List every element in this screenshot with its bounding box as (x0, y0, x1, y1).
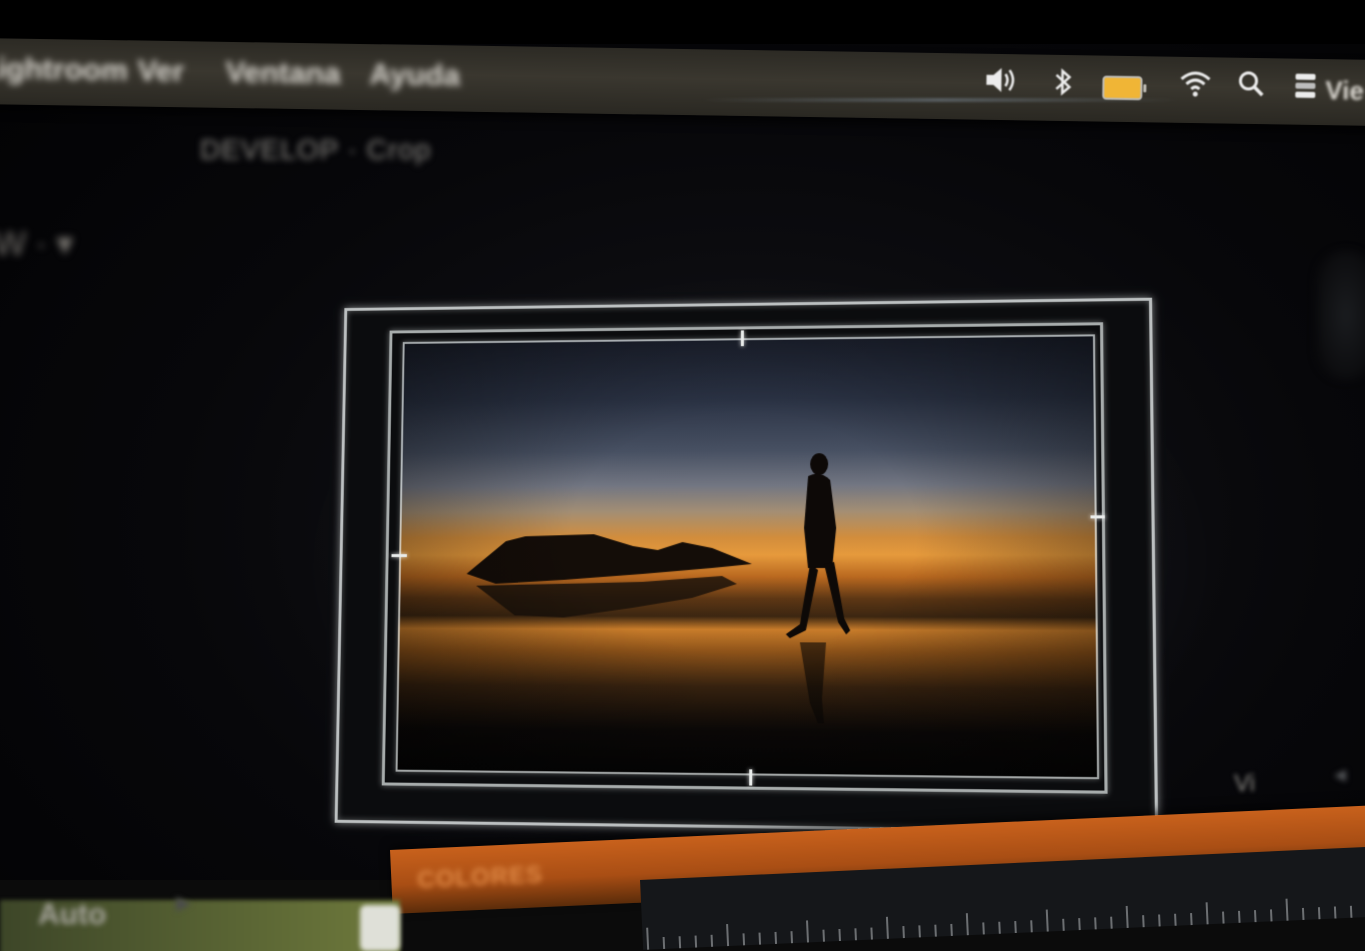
speaker-icon-svg (983, 64, 1019, 97)
ruler-tick (1110, 917, 1113, 929)
ruler-tick (822, 930, 825, 942)
ruler-tick (790, 931, 793, 943)
ruler-tick (1046, 910, 1049, 932)
ruler-tick (726, 924, 729, 946)
ruler-tick (1302, 908, 1305, 920)
ruler-tick (1014, 921, 1017, 933)
control-center-icon-svg (1291, 69, 1320, 103)
ruler-tick (1078, 918, 1081, 930)
crop-rectangle[interactable] (396, 334, 1100, 779)
ruler-tick (1126, 906, 1129, 928)
ruler-tick (774, 932, 777, 944)
ruler-tick (838, 929, 841, 941)
crop-handle-right[interactable] (1090, 515, 1104, 518)
ruler-tick (743, 933, 746, 945)
timeline-label: COLORES (417, 861, 544, 895)
ruler-tick (1270, 909, 1273, 921)
ruler-tick (1062, 919, 1065, 931)
ruler-tick (1350, 906, 1353, 918)
module-title: DEVELOP · Crop (200, 134, 431, 166)
slider-handle[interactable] (360, 905, 400, 951)
menu-ver[interactable]: Ver (137, 54, 184, 89)
menu-app-lightroom[interactable]: Lightroom (0, 52, 128, 88)
ruler-tick (918, 925, 921, 937)
ruler-tick (806, 920, 809, 942)
ruler-tick (1318, 907, 1321, 919)
auto-button[interactable]: Auto (38, 898, 106, 932)
ruler-tick (934, 925, 937, 937)
right-panel-label: Vi (1234, 770, 1255, 798)
battery-icon[interactable] (1102, 76, 1142, 101)
search-icon-svg (1236, 68, 1266, 100)
ruler-tick (1094, 917, 1097, 929)
menu-bar: Lightroom Ver Ventana Ayuda Vie (0, 38, 1365, 126)
menu-ayuda[interactable]: Ayuda (369, 58, 460, 93)
wifi-icon[interactable] (1175, 67, 1216, 108)
collapse-arrow-icon[interactable]: ◂ (1334, 760, 1346, 789)
ruler-tick (950, 924, 953, 936)
ruler-tick (711, 935, 714, 947)
ruler-tick (902, 926, 905, 938)
ruler-tick (1254, 910, 1257, 922)
crop-handle-top[interactable] (741, 330, 744, 346)
ruler-tick (966, 913, 969, 935)
crop-handle-bottom[interactable] (749, 769, 752, 785)
expand-arrow-icon[interactable]: ▸ (176, 885, 191, 920)
search-icon[interactable] (1231, 68, 1272, 109)
ruler-tick (679, 936, 682, 948)
ruler-tick (982, 922, 985, 934)
ruler-tick (870, 928, 873, 940)
ruler-tick (759, 933, 762, 945)
ruler-tick (1334, 906, 1337, 918)
ruler-tick (1222, 912, 1225, 924)
ruler-tick (1174, 914, 1177, 926)
control-center-icon[interactable] (1285, 69, 1326, 110)
ruler-tick (1030, 920, 1033, 932)
menubar-reflection (700, 98, 1180, 102)
ruler-tick (854, 928, 857, 940)
ruler-tick (646, 928, 649, 950)
ruler-tick (695, 935, 698, 947)
ruler-tick (1158, 914, 1161, 926)
ruler-tick (1142, 915, 1145, 927)
ruler-tick (886, 917, 889, 939)
ruler-tick (663, 937, 666, 949)
side-panel-label: W · ▾ (0, 224, 73, 264)
ruler-tick (1286, 899, 1289, 921)
crop-frame-area (335, 287, 1182, 838)
ruler-tick (1190, 913, 1193, 925)
ruler-tick (1206, 902, 1209, 924)
side-panel-knob (1316, 250, 1365, 380)
crop-handle-left[interactable] (391, 554, 406, 557)
screen: Lightroom Ver Ventana Ayuda Vie DEVELOP … (0, 0, 1365, 951)
monitor-bezel (0, 0, 1365, 44)
menu-ventana[interactable]: Ventana (225, 56, 341, 92)
ruler-tick (1238, 911, 1241, 923)
ruler-tick (998, 922, 1001, 934)
clock-text[interactable]: Vie (1325, 75, 1364, 107)
wifi-icon-svg (1177, 67, 1213, 100)
bluetooth-icon-svg (1051, 65, 1076, 99)
